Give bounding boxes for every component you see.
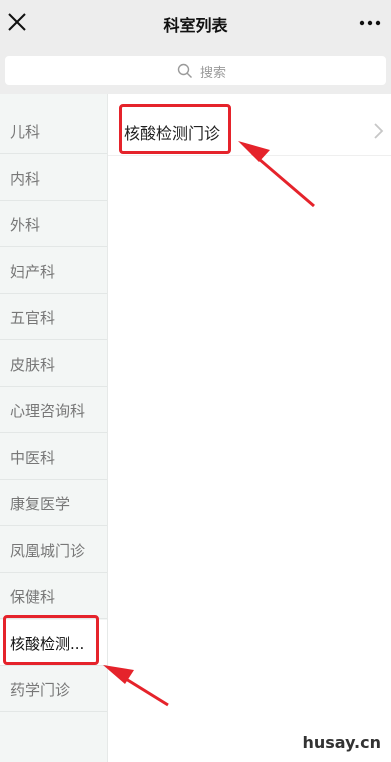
chevron-right-icon xyxy=(374,123,384,139)
sidebar-item-label: 五官科 xyxy=(10,309,56,327)
sidebar-item-label: 妇产科 xyxy=(10,263,56,281)
search-bar: 搜索 xyxy=(0,48,391,94)
sidebar-item-label: 保健科 xyxy=(10,588,56,606)
arrow-icon xyxy=(103,665,169,707)
sidebar-item-internal-medicine[interactable]: 内科 xyxy=(0,155,107,201)
search-input[interactable]: 搜索 xyxy=(5,56,386,85)
sidebar-item-rehabilitation[interactable]: 康复医学 xyxy=(0,480,107,526)
sidebar-item-pediatrics[interactable]: 儿科 xyxy=(0,108,107,154)
page-title: 科室列表 xyxy=(163,16,228,35)
sidebar-item-label: 康复医学 xyxy=(10,495,71,513)
sidebar-item-obstetrics[interactable]: 妇产科 xyxy=(0,248,107,294)
search-placeholder: 搜索 xyxy=(200,66,227,81)
sidebar-item-label: 内科 xyxy=(10,170,41,188)
sidebar-item-dermatology[interactable]: 皮肤科 xyxy=(0,341,107,387)
sidebar-item-label: 外科 xyxy=(10,216,41,234)
sidebar-item-label: 核酸检测... xyxy=(10,635,85,653)
department-sidebar: 儿科 内科 外科 妇产科 五官科 皮肤科 心理咨询科 中医科 康复医学 凤凰城门… xyxy=(0,94,108,762)
sidebar-item-label: 中医科 xyxy=(10,449,56,467)
sidebar-item-psychology[interactable]: 心理咨询科 xyxy=(0,387,107,433)
sidebar-item-pharmacy-clinic[interactable]: 药学门诊 xyxy=(0,666,107,712)
sidebar-item-fenghuangcheng-clinic[interactable]: 凤凰城门诊 xyxy=(0,527,107,573)
top-bar: 科室列表 xyxy=(0,0,391,48)
sidebar-item-label: 心理咨询科 xyxy=(10,402,86,420)
sidebar-item-surgery[interactable]: 外科 xyxy=(0,201,107,247)
sidebar-item-label: 皮肤科 xyxy=(10,356,56,374)
sidebar-item-label: 儿科 xyxy=(10,123,41,141)
sidebar-item-tcm[interactable]: 中医科 xyxy=(0,434,107,480)
department-list-item-label: 核酸检测门诊 xyxy=(124,124,221,143)
sidebar-item-ent[interactable]: 五官科 xyxy=(0,294,107,340)
watermark: husay.cn xyxy=(302,733,381,752)
department-list-item[interactable]: 核酸检测门诊 xyxy=(108,106,391,156)
sidebar-item-nucleic-acid-testing[interactable]: 核酸检测... xyxy=(0,620,107,666)
sidebar-item-label: 凤凰城门诊 xyxy=(10,542,86,560)
search-icon xyxy=(177,63,192,78)
sidebar-item-health-care[interactable]: 保健科 xyxy=(0,573,107,619)
sidebar-item-label: 药学门诊 xyxy=(10,681,71,699)
more-icon[interactable] xyxy=(359,20,381,26)
